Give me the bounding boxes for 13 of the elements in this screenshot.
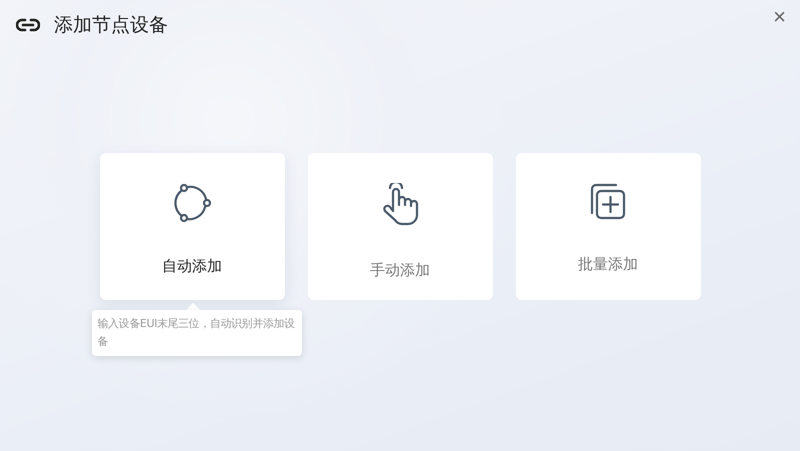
add-copies-icon xyxy=(589,183,627,221)
option-card[interactable]: 自动添加 xyxy=(100,153,284,300)
option-label: 批量添加 xyxy=(578,255,638,274)
option-label: 手动添加 xyxy=(370,261,430,280)
cycle-icon xyxy=(172,183,212,223)
hand-pointer-icon xyxy=(380,183,420,227)
close-button[interactable]: × xyxy=(773,6,786,28)
link-icon xyxy=(16,18,40,32)
option-label: 自动添加 xyxy=(162,257,222,276)
tooltip: 输入设备EUI末尾三位，自动识别并添加设备 xyxy=(92,310,302,356)
option-card[interactable]: 手动添加 xyxy=(308,153,492,300)
dialog-title: 添加节点设备 xyxy=(54,13,168,38)
option-card[interactable]: 批量添加 xyxy=(516,153,700,300)
